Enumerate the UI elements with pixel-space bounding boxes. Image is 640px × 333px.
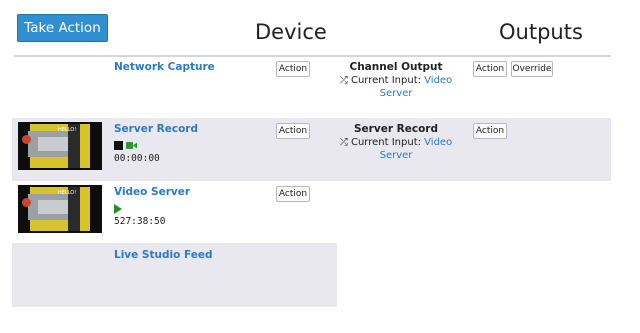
video-server-thumbnail: HELLO! [18,185,102,233]
channel-output-action-button[interactable]: Action [473,61,507,77]
channel-output-override-button[interactable]: Override [511,61,553,77]
current-input-link-cont[interactable]: Server [380,88,413,99]
play-icon[interactable] [114,204,122,214]
current-input-link-cont[interactable]: Server [380,150,413,161]
device-name-video-server[interactable]: Video Server [114,186,190,198]
video-server-time: 527:38:50 [114,216,166,227]
take-action-button[interactable]: Take Action [17,14,108,42]
header-divider [14,55,611,57]
server-record-output-action-button[interactable]: Action [473,123,507,139]
device-name-network-capture[interactable]: Network Capture [114,61,215,73]
current-input-label: Current Input: [350,137,421,148]
output-channel-output: Channel Output ⤮ Current Input: Video Se… [336,61,456,100]
stop-icon[interactable] [114,141,123,150]
server-record-thumbnail: HELLO! [18,122,102,170]
current-input-link[interactable]: Video [424,75,452,86]
shuffle-icon: ⤮ [339,75,348,86]
video-camera-icon[interactable] [126,141,137,150]
server-record-action-button[interactable]: Action [276,123,310,139]
shuffle-icon: ⤮ [339,137,348,148]
server-record-time: 00:00:00 [114,153,160,164]
device-name-live-studio-feed[interactable]: Live Studio Feed [114,249,212,261]
output-server-record: Server Record ⤮ Current Input: Video Ser… [336,123,456,162]
devices-title: Devices [255,20,326,44]
output-name: Channel Output [349,61,443,73]
current-input-label: Current Input: [350,75,421,86]
thumbnail-text: HELLO! [58,190,77,196]
outputs-title: Outputs [499,20,583,44]
current-input-link[interactable]: Video [424,137,452,148]
network-capture-action-button[interactable]: Action [276,61,310,77]
output-name: Server Record [354,123,438,135]
device-name-server-record[interactable]: Server Record [114,123,198,135]
video-server-action-button[interactable]: Action [276,186,310,202]
thumbnail-text: HELLO! [58,127,77,133]
